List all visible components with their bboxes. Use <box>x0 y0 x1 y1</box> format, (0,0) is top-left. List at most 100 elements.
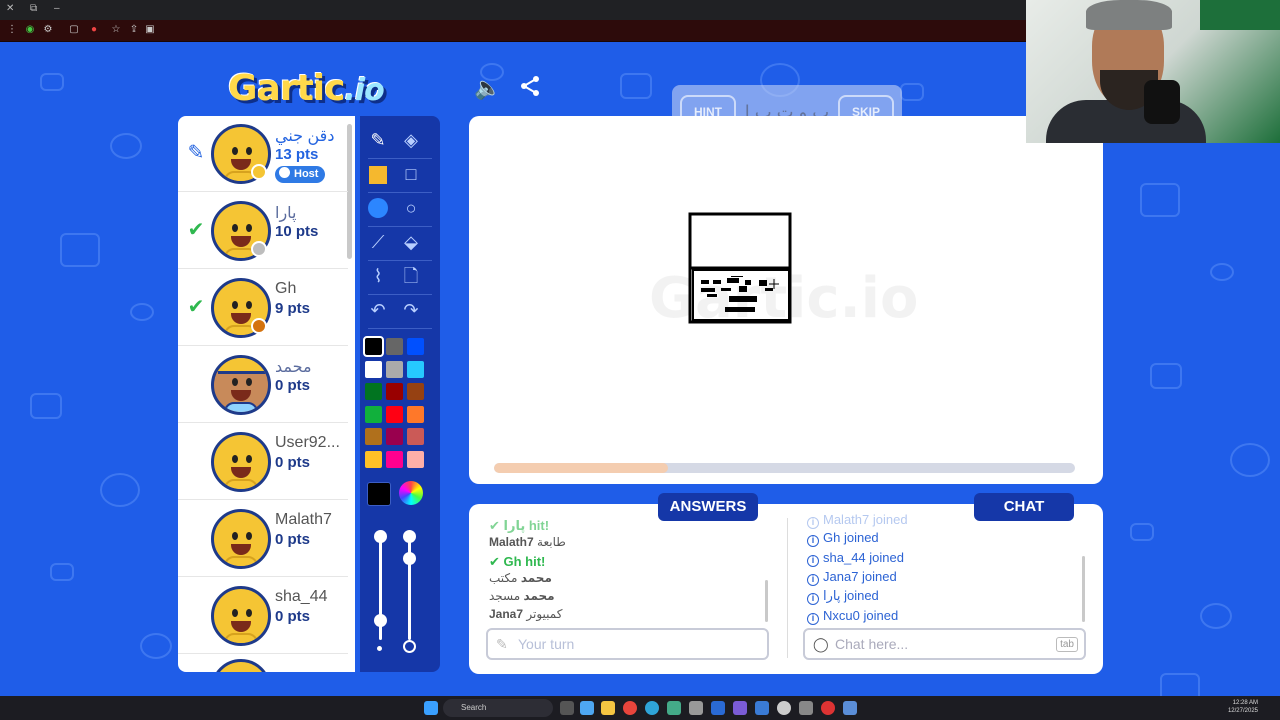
player-avatar[interactable] <box>211 355 271 415</box>
app-icon[interactable] <box>821 701 835 715</box>
app-icon[interactable] <box>799 701 813 715</box>
color-swatch[interactable] <box>365 450 382 468</box>
player-row[interactable]: User92... 0 pts <box>178 424 348 500</box>
close-window-icon[interactable]: ✕ <box>6 3 14 14</box>
shield-icon[interactable]: ◉ <box>24 24 36 36</box>
file-explorer-icon[interactable] <box>601 701 615 715</box>
opacity-knob[interactable] <box>403 552 416 565</box>
eraser-icon[interactable]: ◈ <box>398 127 424 153</box>
blank-page-icon[interactable]: 🗋 <box>398 263 424 289</box>
brush-size-knob-top[interactable] <box>374 530 387 543</box>
minimize-window-icon[interactable]: – <box>54 3 60 14</box>
avatar-eye <box>232 301 238 309</box>
tabs-icon[interactable]: ▢ <box>68 24 80 36</box>
more-icon[interactable]: ⋮ <box>6 24 18 36</box>
player-avatar[interactable] <box>211 432 271 492</box>
chat-text: joined <box>872 512 908 527</box>
record-icon[interactable]: ● <box>88 24 100 36</box>
answers-tab[interactable]: ANSWERS <box>658 493 758 521</box>
speaker-icon[interactable]: 🔈 <box>474 74 502 102</box>
hit-text: پارا hit! <box>503 518 550 533</box>
color-swatch[interactable] <box>386 383 403 400</box>
color-wheel-icon[interactable] <box>399 481 423 505</box>
extension-icon[interactable]: ⚙ <box>42 24 54 36</box>
task-view-icon[interactable] <box>560 701 574 715</box>
current-color-swatch[interactable] <box>367 482 391 506</box>
player-row[interactable]: محمد 0 pts <box>178 347 348 423</box>
player-avatar[interactable] <box>211 509 271 569</box>
color-swatch[interactable] <box>407 360 424 378</box>
avatar-body <box>224 479 258 489</box>
chat-join-message: i Jana7 joined <box>807 569 897 586</box>
start-icon[interactable] <box>424 701 438 715</box>
avatar-eye <box>232 378 238 386</box>
share-icon[interactable]: ⇪ <box>128 24 140 36</box>
line-icon[interactable]: ⟋ <box>365 229 391 255</box>
chat-scrollbar[interactable] <box>1082 556 1085 622</box>
opacity-knob-top[interactable] <box>403 530 416 543</box>
redo-icon[interactable]: ↷ <box>398 297 424 323</box>
share-icon[interactable] <box>516 74 544 102</box>
color-swatch[interactable] <box>407 405 424 423</box>
player-points: 0 pts <box>275 377 311 394</box>
color-swatch[interactable] <box>386 338 403 355</box>
app-icon[interactable] <box>733 701 747 715</box>
player-row[interactable]: ✔ پارا 10 pts <box>178 193 348 269</box>
circle-icon[interactable]: ○ <box>398 195 424 221</box>
answer-input-box[interactable]: ✎ <box>486 628 769 660</box>
player-row[interactable]: ✔ Gh 9 pts <box>178 270 348 346</box>
color-swatch[interactable] <box>365 428 382 445</box>
chrome-icon[interactable] <box>623 701 637 715</box>
color-swatch[interactable] <box>365 405 382 423</box>
player-row[interactable]: sha_44 0 pts <box>178 578 348 654</box>
rect-icon[interactable]: □ <box>398 161 424 187</box>
pencil-icon: ✎ <box>496 636 508 652</box>
drawing-canvas[interactable]: Gartic.io <box>469 116 1103 484</box>
undo-icon[interactable]: ↶ <box>365 297 391 323</box>
color-swatch[interactable] <box>386 450 403 468</box>
taskbar-clock[interactable]: 12:28 AM 12/27/2025 <box>1228 699 1258 715</box>
brush-size-knob[interactable] <box>374 614 387 627</box>
player-avatar[interactable] <box>211 586 271 646</box>
edge-icon[interactable] <box>645 701 659 715</box>
player-row[interactable]: Malath7 0 pts <box>178 501 348 577</box>
chat-input-box[interactable]: ◯ tab <box>803 628 1086 660</box>
background-doodle <box>30 393 62 419</box>
app-icon[interactable] <box>711 701 725 715</box>
chat-tab[interactable]: CHAT <box>974 493 1074 521</box>
color-swatch[interactable] <box>407 450 424 468</box>
app-icon[interactable] <box>843 701 857 715</box>
color-swatch[interactable] <box>386 405 403 423</box>
player-row[interactable]: ✎ دقن جني 13 pts Host <box>178 116 348 192</box>
filled-rect-icon[interactable] <box>369 166 387 184</box>
widgets-icon[interactable] <box>580 701 594 715</box>
star-icon[interactable]: ☆ <box>110 24 122 36</box>
color-swatch[interactable] <box>407 338 424 355</box>
color-swatch[interactable] <box>407 383 424 400</box>
color-swatch[interactable] <box>363 336 384 357</box>
color-swatch[interactable] <box>365 360 382 378</box>
answer-input[interactable] <box>518 634 738 654</box>
tab-key-hint: tab <box>1056 637 1078 652</box>
color-swatch[interactable] <box>407 428 424 445</box>
restore-window-icon[interactable]: ⧉ <box>30 3 37 14</box>
app-icon[interactable] <box>755 701 769 715</box>
color-swatch[interactable] <box>386 428 403 445</box>
color-swatch[interactable] <box>386 360 403 378</box>
tool-separator <box>368 226 432 227</box>
color-swatch[interactable] <box>365 383 382 400</box>
fill-bucket-icon[interactable]: ⬙ <box>398 229 424 255</box>
taskbar-search[interactable]: Search <box>443 699 553 717</box>
pencil-icon[interactable]: ✎ <box>365 127 391 153</box>
chat-input[interactable] <box>835 634 1055 654</box>
player-avatar[interactable] <box>211 659 271 672</box>
app-icon[interactable] <box>689 701 703 715</box>
store-icon[interactable] <box>667 701 681 715</box>
filled-circle-icon[interactable] <box>368 198 388 218</box>
webcam-microphone <box>1144 80 1180 124</box>
obs-icon[interactable] <box>777 701 791 715</box>
answers-scrollbar[interactable] <box>765 580 768 622</box>
profile-icon[interactable]: ▣ <box>144 24 156 36</box>
background-doodle <box>60 233 100 267</box>
eyedropper-icon[interactable]: ⌇ <box>365 263 391 289</box>
